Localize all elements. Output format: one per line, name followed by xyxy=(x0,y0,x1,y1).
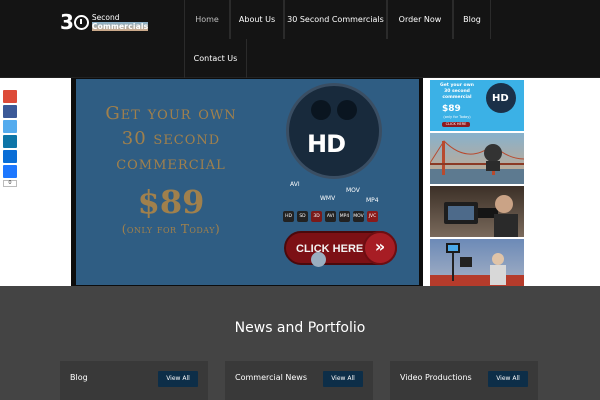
double-arrow-icon: » xyxy=(363,231,397,265)
hero-slider: Get your own 30 second commercial $89 (o… xyxy=(71,78,423,286)
nav-30-second-commercials[interactable]: 30 Second Commercials xyxy=(284,0,387,39)
format-hd-icon: HD xyxy=(283,211,294,222)
view-all-button[interactable]: View All xyxy=(158,371,198,387)
format-mp4-icon: MP4 xyxy=(339,211,350,222)
camera-reel-icon xyxy=(311,100,331,120)
news-card-blog: Blog View All xyxy=(60,361,208,400)
click-here-button[interactable]: CLICK HERE » xyxy=(284,231,397,265)
format-mp4: MP4 xyxy=(366,197,379,204)
video-formats-icon: AVI WMV MOV MP4 xyxy=(284,175,384,209)
card-title: Video Productions xyxy=(400,373,472,382)
share-icon[interactable] xyxy=(3,165,17,178)
logo-line1: Second xyxy=(91,13,120,22)
thumb-click-here: CLICK HERE xyxy=(442,122,470,127)
thumb-golden-gate[interactable] xyxy=(430,133,524,184)
linkedin-icon[interactable] xyxy=(3,135,17,148)
thumb-headline: Get your own 30 second commercial xyxy=(433,83,481,101)
format-avi-icon: AVI xyxy=(325,211,336,222)
format-mov-icon: MOV xyxy=(353,211,364,222)
share-count: 0 xyxy=(3,180,17,187)
format-wmv: WMV xyxy=(320,195,336,202)
slide-subtext: (only for Today) xyxy=(121,222,221,236)
logo-line2: Commercials xyxy=(91,22,149,31)
google-plus-icon[interactable] xyxy=(3,90,17,103)
format-icons-row: HD SD 3D AVI MP4 MOV JVC xyxy=(283,211,393,223)
logo-number: 303 xyxy=(60,10,89,34)
slide-headline: Get your own 30 second commercial xyxy=(86,101,256,176)
camera-reel-icon xyxy=(337,100,357,120)
studio-set-image xyxy=(430,243,524,288)
slide-headline-line2: 30 second xyxy=(121,128,221,149)
nav-contact-us[interactable]: Contact Us xyxy=(184,39,247,78)
slide-headline-line3: commercial xyxy=(116,153,226,174)
golden-gate-bridge-image xyxy=(430,140,524,184)
stumbleupon-icon[interactable] xyxy=(3,150,17,163)
card-title: Commercial News xyxy=(235,373,308,382)
hd-camera-icon: HD xyxy=(286,83,382,179)
thumb-hd-camera-icon: HD xyxy=(486,83,516,113)
card-title: Blog xyxy=(70,373,88,382)
twitter-icon[interactable] xyxy=(3,120,17,133)
nav-home[interactable]: Home xyxy=(184,0,230,39)
slide-price: $89 xyxy=(137,183,205,221)
slide-commercial-offer[interactable]: Get your own 30 second commercial $89 (o… xyxy=(76,79,419,285)
site-logo[interactable]: 303 Second Commercials xyxy=(60,10,149,34)
hd-label: HD xyxy=(307,130,346,158)
nav-about-us[interactable]: About Us xyxy=(230,0,284,39)
thumb-hd-label: HD xyxy=(492,93,509,104)
slide-headline-line1: Get your own xyxy=(105,103,237,124)
thumb-headline-line3: commercial xyxy=(442,95,472,100)
news-card-commercial-news: Commercial News View All xyxy=(225,361,373,400)
camera-operator-image xyxy=(444,195,518,237)
thumb-studio-set[interactable] xyxy=(430,239,524,288)
format-avi: AVI xyxy=(290,181,300,188)
news-portfolio-section: News and Portfolio Blog View All Commerc… xyxy=(0,286,600,400)
share-bar: 0 xyxy=(3,90,17,187)
clock-icon xyxy=(73,14,89,30)
format-jvc-icon: JVC xyxy=(367,211,378,222)
slider-nav-dot[interactable] xyxy=(311,252,326,267)
format-3d-icon: 3D xyxy=(311,211,322,222)
nav-order-now[interactable]: Order Now xyxy=(387,0,453,39)
thumb-commercial-ad[interactable]: Get your own 30 second commercial $89 (o… xyxy=(430,80,524,131)
nav-blog[interactable]: Blog xyxy=(453,0,491,39)
format-sd-icon: SD xyxy=(297,211,308,222)
facebook-icon[interactable] xyxy=(3,105,17,118)
view-all-button[interactable]: View All xyxy=(488,371,528,387)
thumb-subtext: (only for Today) xyxy=(443,115,471,119)
news-card-video-productions: Video Productions View All xyxy=(390,361,538,400)
thumb-camera-operator[interactable] xyxy=(430,186,524,237)
view-all-button[interactable]: View All xyxy=(323,371,363,387)
format-mov: MOV xyxy=(346,187,360,194)
logo-text: Second Commercials xyxy=(91,13,149,31)
thumb-price: $89 xyxy=(442,104,461,114)
site-header: 303 Second Commercials Home About Us 30 … xyxy=(0,0,600,78)
click-here-label: CLICK HERE xyxy=(296,243,364,255)
section-title: News and Portfolio xyxy=(234,320,366,336)
